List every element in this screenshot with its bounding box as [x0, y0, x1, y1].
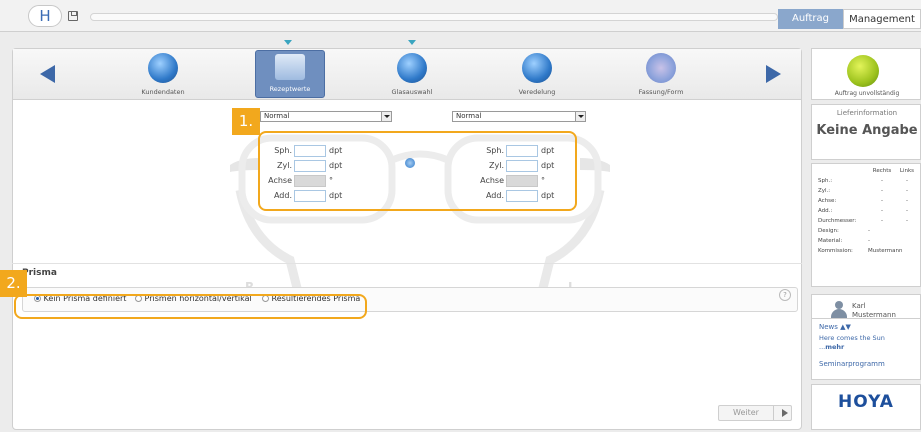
select-value: Normal [456, 112, 482, 120]
cell: - [881, 198, 883, 204]
cell: - [906, 198, 908, 204]
chevron-down-icon [575, 112, 585, 121]
coating-icon [522, 53, 552, 83]
cell: - [881, 218, 883, 224]
row-label: Achse: [818, 198, 837, 204]
table-row: Sph.: - - [818, 177, 916, 185]
step-label: Rezeptwerte [269, 85, 311, 93]
save-icon[interactable] [68, 11, 78, 21]
news-more-link[interactable]: mehr [825, 343, 844, 351]
row-label: Design: [818, 228, 839, 234]
tab-management[interactable]: Management [843, 9, 921, 29]
row-label: Kommission: [818, 248, 853, 254]
next-step-arrow-icon[interactable] [766, 65, 781, 83]
order-status-label: Auftrag unvollständig [834, 90, 900, 97]
news-title[interactable]: News ▲▼ [819, 323, 851, 331]
table-row: Design: - [818, 227, 916, 235]
cell: - [881, 178, 883, 184]
table-row: Kommission: Mustermann [818, 247, 916, 255]
previous-step-arrow-icon[interactable] [40, 65, 55, 83]
step-veredelung[interactable]: Veredelung [502, 50, 572, 98]
help-icon[interactable]: ? [779, 289, 791, 301]
step-rezeptwerte[interactable]: Rezeptwerte [255, 50, 325, 98]
prisma-title: Prisma [22, 268, 57, 278]
row-label: Material: [818, 238, 843, 244]
order-status-icon[interactable] [847, 55, 879, 87]
top-progress-rail [90, 13, 778, 21]
news-text: Here comes the Sun ...mehr [819, 334, 909, 352]
cell: - [906, 218, 908, 224]
step-label: Kundendaten [141, 88, 185, 96]
chevron-down-icon [381, 112, 391, 121]
highlight-box-1 [258, 131, 577, 211]
tab-auftrag[interactable]: Auftrag [778, 9, 843, 29]
annotation-number-1: 1. [232, 108, 260, 135]
step-fassung-form[interactable]: Fassung/Form [626, 50, 696, 98]
cell: Mustermann [868, 248, 903, 254]
cell: - [906, 178, 908, 184]
table-row: Add.: - - [818, 207, 916, 215]
select-value: Normal [264, 112, 290, 120]
annotation-number-2: 2. [0, 270, 27, 297]
cell: - [881, 208, 883, 214]
step-label: Veredelung [518, 88, 556, 96]
right-lens-type-select[interactable]: Normal [260, 111, 392, 122]
step-marker-icon [408, 40, 416, 45]
divider [773, 406, 774, 420]
summary-table: Rechts Links Sph.: - - Zyl.: - - Achse: - - Add… [816, 165, 918, 257]
prescription-icon [275, 54, 305, 80]
weiter-label: Weiter [733, 408, 759, 417]
highlight-box-2 [14, 294, 367, 319]
table-row: Material: - [818, 237, 916, 245]
lens-icon [397, 53, 427, 83]
left-lens-type-select[interactable]: Normal [452, 111, 586, 122]
column-header: Rechts [872, 168, 892, 174]
cell: - [868, 228, 870, 234]
hoya-logo: HOYA [838, 392, 894, 412]
step-kundendaten[interactable]: Kundendaten [128, 50, 198, 98]
cell: - [906, 208, 908, 214]
table-row: Zyl.: - - [818, 187, 916, 195]
user-first-name: Karl [852, 302, 866, 310]
row-label: Sph.: [818, 178, 833, 184]
table-row: Achse: - - [818, 197, 916, 205]
cell: - [881, 188, 883, 194]
step-glasauswahl[interactable]: Glasauswahl [377, 50, 447, 98]
cell: - [906, 188, 908, 194]
seminar-link[interactable]: Seminarprogramm [819, 360, 885, 368]
home-button[interactable]: H [28, 5, 62, 27]
row-label: Zyl.: [818, 188, 831, 194]
frame-icon [646, 53, 676, 83]
row-label: Add.: [818, 208, 833, 214]
row-label: Durchmesser: [818, 218, 857, 224]
customer-icon [148, 53, 178, 83]
step-label: Fassung/Form [638, 88, 684, 96]
delivery-info-title: Lieferinformation [836, 109, 898, 117]
table-row: Durchmesser: - - [818, 217, 916, 225]
divider [12, 263, 802, 264]
cell: - [868, 238, 870, 244]
column-header: Links [899, 168, 915, 174]
play-arrow-icon[interactable] [782, 409, 788, 417]
weiter-button[interactable]: Weiter [718, 405, 792, 421]
delivery-info-value: Keine Angabe [816, 123, 918, 138]
step-label: Glasauswahl [391, 88, 433, 96]
active-step-marker-icon [284, 40, 292, 45]
